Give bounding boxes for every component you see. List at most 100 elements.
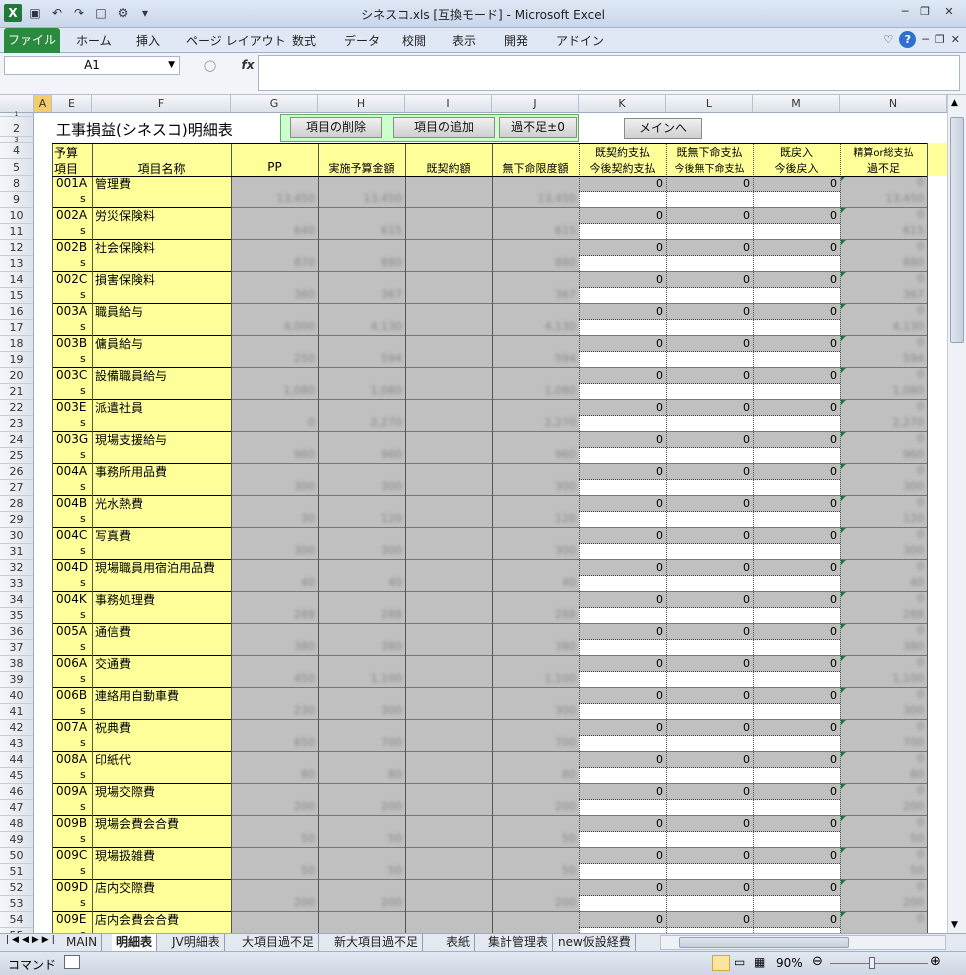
- col-header-l[interactable]: L: [666, 95, 753, 113]
- payment-cells-bottom[interactable]: [579, 768, 840, 784]
- payment-cells-bottom[interactable]: [579, 256, 840, 272]
- close-icon[interactable]: ✕: [936, 4, 962, 20]
- surplus-zero-button[interactable]: 過不足±0: [499, 117, 577, 138]
- row-header[interactable]: 22: [0, 400, 34, 416]
- row-header[interactable]: 49: [0, 832, 34, 848]
- col-header-h[interactable]: H: [318, 95, 405, 113]
- payment-cells-bottom[interactable]: [579, 608, 840, 624]
- row-header[interactable]: 17: [0, 320, 34, 336]
- tab-addins[interactable]: アドイン: [556, 32, 604, 49]
- row-header[interactable]: 53: [0, 896, 34, 912]
- row-header[interactable]: 47: [0, 800, 34, 816]
- tab-home[interactable]: ホーム: [76, 32, 112, 49]
- row-header[interactable]: 45: [0, 768, 34, 784]
- row-header[interactable]: 25: [0, 448, 34, 464]
- col-header-f[interactable]: F: [92, 95, 231, 113]
- payment-cells-bottom[interactable]: [579, 416, 840, 432]
- row-header[interactable]: 46: [0, 784, 34, 800]
- row-header[interactable]: 19: [0, 352, 34, 368]
- tab-formulas[interactable]: 数式: [292, 32, 316, 49]
- row-header[interactable]: 44: [0, 752, 34, 768]
- payment-cells-bottom[interactable]: [579, 288, 840, 304]
- row-header[interactable]: 40: [0, 688, 34, 704]
- col-header-a[interactable]: A: [34, 95, 52, 113]
- sheet-tab[interactable]: JV明細表: [168, 934, 225, 951]
- row-header[interactable]: 50: [0, 848, 34, 864]
- sheet-tab[interactable]: MAIN: [62, 934, 103, 951]
- row-header[interactable]: 23: [0, 416, 34, 432]
- tab-page-layout[interactable]: ページ レイアウト: [186, 32, 286, 49]
- sheet-tab[interactable]: new仮設経費: [554, 934, 636, 951]
- restore-icon[interactable]: ❐: [916, 4, 934, 20]
- tab-insert[interactable]: 挿入: [136, 32, 160, 49]
- row-header[interactable]: 5: [0, 159, 34, 176]
- workbook-close-icon[interactable]: ✕: [951, 33, 960, 46]
- sheet-tab[interactable]: 集計管理表: [484, 934, 554, 951]
- row-header[interactable]: 14: [0, 272, 34, 288]
- row-header[interactable]: 34: [0, 592, 34, 608]
- col-header-m[interactable]: M: [753, 95, 840, 113]
- scroll-down-icon[interactable]: ▼: [951, 920, 958, 930]
- ribbon-collapse-icon[interactable]: ♡: [883, 33, 893, 46]
- scroll-up-icon[interactable]: ▲: [951, 98, 958, 108]
- horizontal-scrollbar[interactable]: [660, 935, 946, 950]
- name-box[interactable]: A1 ▼: [4, 56, 180, 75]
- page-layout-view-icon[interactable]: ▭: [734, 955, 745, 969]
- sheet-tab[interactable]: 新大項目過不足: [330, 934, 424, 951]
- workbook-restore-icon[interactable]: ❐: [935, 33, 945, 46]
- payment-cells-bottom[interactable]: [579, 672, 840, 688]
- zoom-level[interactable]: 90%: [776, 956, 803, 970]
- row-header[interactable]: 52: [0, 880, 34, 896]
- col-header-k[interactable]: K: [579, 95, 666, 113]
- row-header[interactable]: 21: [0, 384, 34, 400]
- payment-cells-bottom[interactable]: [579, 320, 840, 336]
- row-header[interactable]: 16: [0, 304, 34, 320]
- row-header[interactable]: 35: [0, 608, 34, 624]
- row-header[interactable]: 48: [0, 816, 34, 832]
- macro-record-icon[interactable]: [64, 955, 80, 969]
- tab-view[interactable]: 表示: [452, 32, 476, 49]
- help-icon[interactable]: ?: [899, 31, 917, 48]
- row-header[interactable]: 54: [0, 912, 34, 928]
- delete-item-button[interactable]: 項目の削除: [290, 117, 382, 138]
- col-header-i[interactable]: I: [405, 95, 492, 113]
- row-header[interactable]: 10: [0, 208, 34, 224]
- row-header[interactable]: 15: [0, 288, 34, 304]
- payment-cells-bottom[interactable]: [579, 832, 840, 848]
- insert-function-icon[interactable]: fx: [238, 56, 258, 75]
- zoom-slider-thumb[interactable]: [869, 957, 875, 969]
- payment-cells-bottom[interactable]: [579, 512, 840, 528]
- tab-review[interactable]: 校閲: [402, 32, 426, 49]
- payment-cells-bottom[interactable]: [579, 640, 840, 656]
- payment-cells-bottom[interactable]: [579, 480, 840, 496]
- vertical-scrollbar[interactable]: ▲ ▼: [947, 95, 966, 933]
- col-header-g[interactable]: G: [231, 95, 318, 113]
- tab-developer[interactable]: 開発: [504, 32, 528, 49]
- row-header[interactable]: 31: [0, 544, 34, 560]
- payment-cells-bottom[interactable]: [579, 384, 840, 400]
- row-header[interactable]: 38: [0, 656, 34, 672]
- row-header[interactable]: 18: [0, 336, 34, 352]
- add-item-button[interactable]: 項目の追加: [393, 117, 495, 138]
- payment-cells-bottom[interactable]: [579, 448, 840, 464]
- row-header[interactable]: 36: [0, 624, 34, 640]
- vertical-scroll-thumb[interactable]: [950, 117, 964, 343]
- zoom-out-icon[interactable]: ⊖: [812, 954, 823, 969]
- row-header[interactable]: 39: [0, 672, 34, 688]
- sheet-tab[interactable]: 大項目過不足: [238, 934, 320, 951]
- row-header[interactable]: 13: [0, 256, 34, 272]
- minimize-icon[interactable]: ─: [896, 4, 914, 20]
- payment-cells-bottom[interactable]: [579, 736, 840, 752]
- col-header-e[interactable]: E: [52, 95, 92, 113]
- payment-cells-bottom[interactable]: [579, 352, 840, 368]
- workbook-minimize-icon[interactable]: ─: [922, 33, 929, 46]
- sheet-tab[interactable]: 表紙: [442, 934, 476, 951]
- worksheet-grid[interactable]: A E F G H I J K L M N 1 2 3 4 5 工事損益(シネス…: [0, 95, 966, 933]
- col-header-j[interactable]: J: [492, 95, 579, 113]
- horizontal-scroll-thumb[interactable]: [679, 937, 849, 948]
- row-header[interactable]: 2: [0, 117, 34, 137]
- row-header[interactable]: 24: [0, 432, 34, 448]
- col-header-n[interactable]: N: [840, 95, 947, 113]
- row-header[interactable]: 32: [0, 560, 34, 576]
- row-header[interactable]: 41: [0, 704, 34, 720]
